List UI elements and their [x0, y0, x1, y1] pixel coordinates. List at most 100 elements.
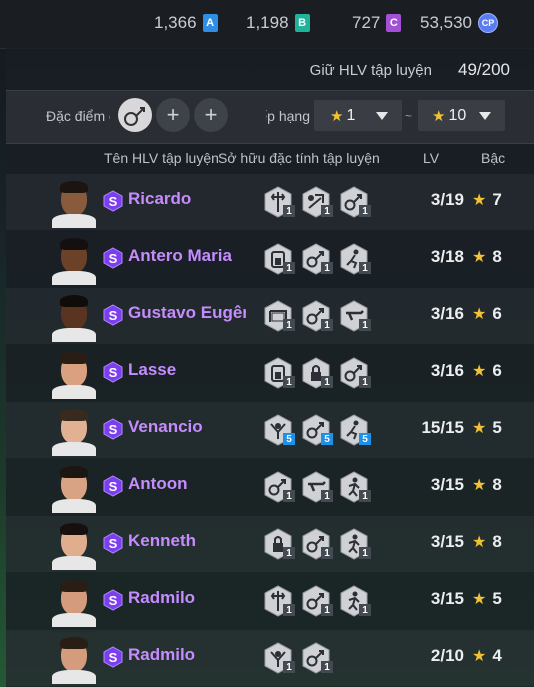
coach-row[interactable]: S Venancio 5 5 5 15/15 ★ 5 [6, 402, 534, 458]
lock-icon[interactable]: 1 [263, 528, 295, 560]
dribble-icon[interactable]: 1 [263, 471, 295, 503]
dribble-icon[interactable]: 5 [301, 414, 333, 446]
run-icon[interactable]: 5 [339, 414, 371, 446]
coach-level: 3/18 [430, 247, 464, 266]
s-rank-icon: S [103, 532, 123, 554]
trait-level: 1 [283, 262, 295, 274]
coach-level: 3/16 [430, 361, 464, 380]
keep-count: 49/200 [458, 60, 510, 79]
coach-avatar [52, 294, 96, 342]
coach-name: Venancio [128, 417, 203, 436]
coach-row[interactable]: S Radmilo 1 1 2/10 ★ 4 [6, 630, 534, 686]
lock-icon[interactable]: 1 [301, 357, 333, 389]
a-badge-icon: A [202, 14, 218, 32]
coach-avatar [52, 408, 96, 456]
trait-level: 1 [359, 490, 371, 502]
coach-avatar [52, 636, 96, 684]
sprint-icon[interactable]: 1 [339, 585, 371, 617]
header-traits: Sở hữu đặc tính tập luyện [218, 150, 380, 166]
coach-grade: ★ 8 [472, 532, 502, 552]
trait-level: 1 [359, 262, 371, 274]
coach-avatar [52, 522, 96, 570]
coach-grade-value: 5 [492, 418, 502, 437]
rank-max-dropdown[interactable]: ★ 10 [418, 100, 505, 131]
coach-row[interactable]: S Radmilo 1 1 1 3/15 ★ 5 [6, 573, 534, 629]
coach-grade: ★ 4 [472, 646, 502, 666]
coach-grade-value: 6 [492, 361, 502, 380]
header-name[interactable]: Tên HLV tập luyện [104, 150, 219, 166]
currency-a: 1,366 A [154, 13, 218, 33]
coach-row[interactable]: S Kenneth 1 1 1 3/15 ★ 8 [6, 516, 534, 572]
shoot-icon[interactable]: 1 [301, 471, 333, 503]
coach-name: Antoon [128, 474, 188, 493]
trait-slot-add-1[interactable]: + [156, 98, 190, 132]
coach-row[interactable]: S Lasse 1 1 1 3/16 ★ 6 [6, 345, 534, 401]
currency-a-value: 1,366 [154, 13, 197, 32]
s-rank-icon: S [103, 418, 123, 440]
trait-level: 1 [359, 319, 371, 331]
crossroad-icon[interactable]: 1 [263, 186, 295, 218]
s-rank-icon: S [103, 475, 123, 497]
star-icon: ★ [330, 107, 344, 125]
s-rank-icon: S [103, 304, 123, 326]
coach-row[interactable]: S Antero Maria 1 1 1 3/18 ★ 8 [6, 231, 534, 287]
dribble-icon[interactable]: 1 [301, 585, 333, 617]
coach-avatar [52, 351, 96, 399]
trait-level: 1 [321, 376, 333, 388]
range-separator: ~ [405, 109, 413, 123]
coach-level: 3/16 [430, 304, 464, 323]
trait-slot-dribble[interactable] [118, 98, 152, 132]
stamina-icon[interactable]: 1 [263, 243, 295, 275]
tackle-icon[interactable]: 1 [301, 186, 333, 218]
svg-text:S: S [109, 479, 118, 494]
star-icon: ★ [472, 477, 487, 494]
stamina-icon[interactable]: 1 [263, 357, 295, 389]
rank-min-dropdown[interactable]: ★ 1 [314, 100, 402, 131]
chevron-down-icon [376, 112, 388, 120]
trait-slot-add-2[interactable]: + [194, 98, 228, 132]
shoot-icon[interactable]: 1 [339, 300, 371, 332]
dribble-icon[interactable]: 1 [301, 528, 333, 560]
currency-c-value: 727 [352, 13, 381, 32]
header-grade[interactable]: Bậc [481, 150, 505, 166]
trait-level: 1 [321, 319, 333, 331]
plus-icon: + [166, 102, 180, 127]
dribble-icon[interactable]: 1 [339, 357, 371, 389]
coach-grade: ★ 5 [472, 589, 502, 609]
coach-level: 3/15 [430, 532, 464, 551]
dribble-icon[interactable]: 1 [339, 186, 371, 218]
coach-row[interactable]: S Antoon 1 1 1 3/15 ★ 8 [6, 459, 534, 515]
goal-icon[interactable]: 1 [263, 300, 295, 332]
coach-grade: ★ 6 [472, 304, 502, 324]
heading-icon[interactable]: 5 [263, 414, 295, 446]
coach-avatar [52, 465, 96, 513]
run-icon[interactable]: 1 [339, 243, 371, 275]
coach-grade: ★ 8 [472, 475, 502, 495]
svg-text:S: S [109, 365, 118, 380]
sprint-icon[interactable]: 1 [339, 528, 371, 560]
coach-row[interactable]: SGustavo Eugênic1113/16★6 [6, 288, 534, 344]
trait-level: 1 [283, 376, 295, 388]
coach-name: Lasse [128, 360, 177, 379]
star-icon: ★ [472, 363, 487, 380]
currency-cp: 53,530 CP [420, 13, 498, 33]
rank-min-value: 1 [346, 106, 356, 124]
s-rank-icon: S [103, 190, 123, 212]
header-lv[interactable]: LV [423, 150, 439, 166]
star-icon: ★ [472, 534, 487, 551]
heading-icon[interactable]: 1 [263, 642, 295, 674]
dribble-icon[interactable]: 1 [301, 642, 333, 674]
dribble-icon[interactable]: 1 [301, 243, 333, 275]
crossroad-icon[interactable]: 1 [263, 585, 295, 617]
cp-coin-icon: CP [478, 13, 498, 33]
coach-row[interactable]: S Ricardo 1 1 1 3/19 ★ 7 [6, 174, 534, 230]
star-icon: ★ [472, 591, 487, 608]
coach-avatar [52, 237, 96, 285]
dribble-icon[interactable]: 1 [301, 300, 333, 332]
svg-text:S: S [109, 650, 118, 665]
trait-level: 1 [283, 661, 295, 673]
sprint-icon[interactable]: 1 [339, 471, 371, 503]
trait-filter-label: Đặc điểm c [46, 108, 110, 124]
svg-text:S: S [109, 593, 118, 608]
coach-grade: ★ 5 [472, 418, 502, 438]
